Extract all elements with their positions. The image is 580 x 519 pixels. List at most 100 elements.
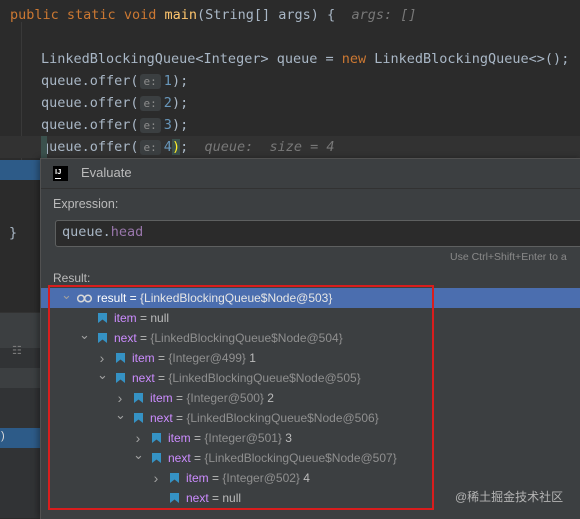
code-line-offer[interactable]: queue.offer(e: 3); bbox=[41, 114, 188, 136]
expand-arrow-icon[interactable]: › bbox=[133, 428, 143, 448]
tree-row-next[interactable]: ⌄ next = {LinkedBlockingQueue$Node@506} bbox=[41, 408, 580, 428]
keyword: new bbox=[341, 51, 367, 67]
tree-row-text: item = {Integer@500} 2 bbox=[150, 388, 274, 408]
field-flag-icon bbox=[151, 453, 162, 464]
method-name: main bbox=[164, 7, 198, 23]
statement-end: ); bbox=[171, 117, 189, 133]
watermark: @稀土掘金技术社区 bbox=[455, 490, 564, 504]
closing-brace: } bbox=[9, 225, 18, 241]
result-label: Result: bbox=[53, 271, 91, 285]
keyword: public bbox=[10, 7, 59, 23]
expression-object: queue. bbox=[62, 224, 111, 240]
number-literal: 3 bbox=[163, 117, 172, 133]
equals-sign: = bbox=[126, 291, 141, 305]
expression-label: Expression: bbox=[53, 197, 119, 211]
parameter-hint: e: bbox=[139, 74, 161, 89]
code-line-offer[interactable]: queue.offer(e: 1); bbox=[41, 70, 188, 92]
tree-row-item[interactable]: › item = {Integer@499} 1 bbox=[41, 348, 580, 368]
matched-paren: ) bbox=[171, 139, 181, 155]
variable-name: next bbox=[186, 491, 209, 505]
equals-sign: = bbox=[154, 371, 169, 385]
collapse-arrow-icon[interactable]: ⌄ bbox=[61, 288, 72, 308]
keyword: static bbox=[66, 7, 116, 23]
tree-row-next[interactable]: ⌄ next = {LinkedBlockingQueue$Node@505} bbox=[41, 368, 580, 388]
inline-value-hint: queue: size = 4 bbox=[204, 139, 335, 155]
variable-type: {LinkedBlockingQueue$Node@504} bbox=[150, 331, 343, 345]
tree-row-text: next = null bbox=[186, 488, 241, 508]
tree-row-result[interactable]: ⌄ result = {LinkedBlockingQueue$Node@503} bbox=[41, 288, 580, 308]
equals-sign: = bbox=[136, 331, 151, 345]
tree-row-text: next = {LinkedBlockingQueue$Node@506} bbox=[150, 408, 379, 428]
intellij-logo-icon: IJ bbox=[53, 166, 68, 181]
variable-name: item bbox=[150, 391, 173, 405]
variable-value: null bbox=[150, 311, 170, 325]
variable-value: 3 bbox=[281, 431, 292, 445]
variable-type: {LinkedBlockingQueue$Node@507} bbox=[204, 451, 397, 465]
expression-text[interactable]: queue.head bbox=[62, 224, 143, 240]
shortcut-hint: Use Ctrl+Shift+Enter to a bbox=[450, 251, 567, 263]
result-tree[interactable]: ⌄ result = {LinkedBlockingQueue$Node@503}… bbox=[41, 287, 580, 519]
frame-row[interactable] bbox=[0, 368, 40, 388]
field-flag-icon bbox=[97, 313, 108, 324]
matched-paren-open bbox=[41, 136, 47, 158]
expand-arrow-icon[interactable]: › bbox=[151, 468, 161, 488]
variable-value: 2 bbox=[263, 391, 274, 405]
statement-end: ); bbox=[171, 95, 189, 111]
variable-value: 1 bbox=[245, 351, 256, 365]
variable-name: next bbox=[168, 451, 191, 465]
collapse-arrow-icon[interactable]: ⌄ bbox=[97, 368, 108, 388]
variable-name: item bbox=[168, 431, 191, 445]
variable-name: item bbox=[132, 351, 155, 365]
tree-row-text: next = {LinkedBlockingQueue$Node@504} bbox=[114, 328, 343, 348]
variable-type: {LinkedBlockingQueue$Node@503} bbox=[140, 291, 333, 305]
watch-result-icon bbox=[77, 293, 93, 304]
equals-sign: = bbox=[136, 311, 151, 325]
variable-value: null bbox=[222, 491, 242, 505]
tree-row-next[interactable]: ⌄ next = {LinkedBlockingQueue$Node@507} bbox=[41, 448, 580, 468]
tree-row-next[interactable]: ⌄ next = {LinkedBlockingQueue$Node@504} bbox=[41, 328, 580, 348]
expression-input[interactable]: queue.head bbox=[55, 220, 580, 247]
code-line-main[interactable]: public static void main(String[] args) {… bbox=[10, 4, 416, 26]
offer-call: queue.offer( bbox=[41, 139, 139, 155]
collapse-arrow-icon[interactable]: ⌄ bbox=[115, 408, 126, 428]
tree-row-text: item = {Integer@501} 3 bbox=[168, 428, 292, 448]
code-line-offer-current[interactable]: queue.offer(e: 4); queue: size = 4 bbox=[0, 136, 580, 158]
field-flag-icon bbox=[151, 433, 162, 444]
tree-row-text: item = null bbox=[114, 308, 169, 328]
selected-frame-row[interactable] bbox=[0, 428, 40, 448]
expand-arrow-icon[interactable]: › bbox=[97, 348, 107, 368]
expand-arrow-icon[interactable]: › bbox=[115, 388, 125, 408]
collapse-arrow-icon[interactable]: ⌄ bbox=[79, 328, 90, 348]
variable-name: next bbox=[132, 371, 155, 385]
variable-type: {LinkedBlockingQueue$Node@506} bbox=[186, 411, 379, 425]
layout-icon[interactable]: ☷ bbox=[12, 344, 22, 357]
field-flag-icon bbox=[115, 353, 126, 364]
variable-type: {Integer@501} bbox=[204, 431, 282, 445]
left-tool-strip: } ☷ ) bbox=[0, 160, 40, 518]
tree-row-item[interactable]: item = null bbox=[41, 308, 580, 328]
variable-name: item bbox=[186, 471, 209, 485]
field-flag-icon bbox=[115, 373, 126, 384]
field-flag-icon bbox=[97, 333, 108, 344]
tree-row-item[interactable]: › item = {Integer@500} 2 bbox=[41, 388, 580, 408]
collapse-arrow-icon[interactable]: ⌄ bbox=[133, 448, 144, 468]
number-literal: 4 bbox=[163, 139, 172, 155]
dialog-title-bar[interactable]: IJ Evaluate bbox=[41, 159, 580, 189]
tree-row-item[interactable]: › item = {Integer@501} 3 bbox=[41, 428, 580, 448]
statement-end: ; bbox=[180, 139, 189, 155]
variable-type: {Integer@502} bbox=[222, 471, 300, 485]
equals-sign: = bbox=[172, 391, 187, 405]
code-editor[interactable]: public static void main(String[] args) {… bbox=[0, 0, 580, 172]
tree-row-item[interactable]: › item = {Integer@502} 4 bbox=[41, 468, 580, 488]
field-flag-icon bbox=[169, 493, 180, 504]
current-line-marker bbox=[0, 160, 40, 180]
equals-sign: = bbox=[190, 451, 205, 465]
evaluate-dialog[interactable]: IJ Evaluate Expression: queue.head Use C… bbox=[40, 158, 580, 519]
field-flag-icon bbox=[169, 473, 180, 484]
tree-row-text: next = {LinkedBlockingQueue$Node@505} bbox=[132, 368, 361, 388]
variable-name: next bbox=[150, 411, 173, 425]
equals-sign: = bbox=[208, 491, 223, 505]
tree-row-text: next = {LinkedBlockingQueue$Node@507} bbox=[168, 448, 397, 468]
code-line-offer[interactable]: queue.offer(e: 2); bbox=[41, 92, 188, 114]
code-line-declaration[interactable]: LinkedBlockingQueue<Integer> queue = new… bbox=[41, 48, 569, 70]
